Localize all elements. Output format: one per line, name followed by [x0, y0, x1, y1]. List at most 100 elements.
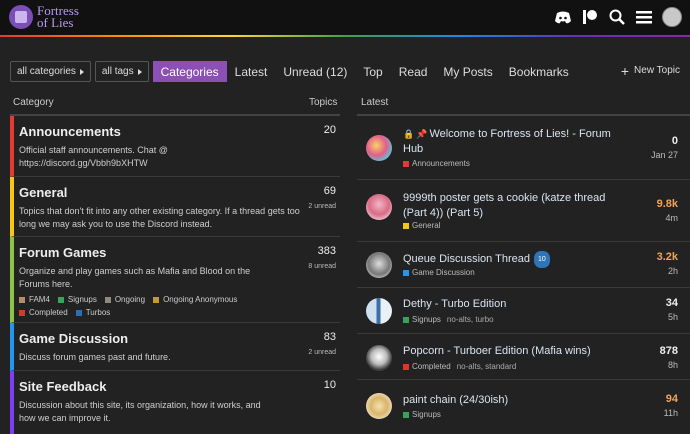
subcategory-label: Turbos — [85, 308, 111, 317]
subcategory-signups[interactable]: Signups — [57, 295, 97, 304]
category-unread-count[interactable]: 2 unread — [308, 203, 336, 210]
topic-post-count[interactable]: 0 — [672, 135, 678, 147]
topic-tags[interactable]: no-alts, standard — [457, 362, 517, 371]
topic-title[interactable]: 9999th poster gets a cookie (katze threa… — [403, 191, 613, 221]
topic-category[interactable]: Signups no-alts, turbo — [403, 315, 494, 324]
topic-post-count[interactable]: 34 — [666, 297, 678, 309]
topic-row[interactable]: Dethy - Turbo Edition Signups no-alts, tu… — [357, 288, 690, 334]
nav-my-posts[interactable]: My Posts — [435, 61, 500, 82]
topic-category[interactable]: Signups — [403, 410, 441, 419]
nav-latest[interactable]: Latest — [227, 61, 276, 82]
topic-avatar[interactable] — [366, 194, 392, 220]
subcategory-label: Ongoing Anonymous — [163, 295, 238, 304]
user-avatar[interactable] — [662, 7, 682, 27]
category-column-header: Category — [13, 97, 54, 108]
topic-category[interactable]: Announcements — [403, 159, 470, 168]
category-announcements[interactable]: Announcements Official staff announcemen… — [10, 116, 340, 177]
topic-activity-age[interactable]: Jan 27 — [651, 150, 678, 160]
discord-link[interactable]: https://discord.gg/Vbbh9bXHTW — [19, 158, 148, 168]
category-title[interactable]: Site Feedback — [19, 379, 340, 394]
patreon-icon[interactable] — [581, 8, 599, 26]
logo-icon — [9, 5, 33, 29]
topic-title-text: Welcome to Fortress of Lies! - Forum Hub — [403, 128, 611, 155]
topic-title[interactable]: Popcorn - Turboer Edition (Mafia wins) — [403, 344, 643, 359]
nav-bookmarks[interactable]: Bookmarks — [501, 61, 577, 82]
subcategory-list: FAM4 Signups Ongoing Ongoing Anonymous C… — [19, 295, 269, 321]
topic-activity-age[interactable]: 8h — [668, 360, 678, 370]
topic-title[interactable]: Queue Discussion Thread 10 — [403, 251, 613, 268]
category-title[interactable]: Game Discussion — [19, 331, 340, 346]
site-logo[interactable]: Fortress of Lies — [9, 4, 79, 29]
category-color-swatch — [403, 222, 409, 229]
topic-avatar[interactable] — [366, 135, 392, 161]
categories-dropdown-label: all categories — [17, 66, 76, 77]
topic-activity-age[interactable]: 2h — [668, 266, 678, 276]
nav-read[interactable]: Read — [391, 61, 436, 82]
topic-category[interactable]: Game Discussion — [403, 268, 475, 277]
topic-row[interactable]: Popcorn - Turboer Edition (Mafia wins) C… — [357, 334, 690, 380]
category-topic-count: 20 — [323, 124, 336, 136]
nav-top[interactable]: Top — [355, 61, 390, 82]
subcategory-color-swatch — [104, 296, 111, 303]
category-color-swatch — [403, 363, 409, 370]
hamburger-menu-icon[interactable] — [635, 8, 653, 26]
discord-icon[interactable] — [554, 8, 572, 26]
topic-activity-age[interactable]: 11h — [664, 408, 678, 418]
search-icon[interactable] — [608, 8, 626, 26]
nav-categories[interactable]: Categories — [152, 61, 227, 82]
category-unread-count[interactable]: 2 unread — [308, 349, 336, 356]
nav-unread[interactable]: Unread (12) — [275, 61, 355, 82]
new-topic-button[interactable]: + New Topic — [620, 62, 680, 79]
topic-post-count[interactable]: 94 — [666, 393, 678, 405]
category-general[interactable]: General Topics that don't fit into any o… — [10, 177, 340, 237]
topic-avatar[interactable] — [366, 345, 392, 371]
plus-icon: + — [620, 62, 630, 79]
category-game-discussion[interactable]: Game Discussion Discuss forum games past… — [10, 323, 340, 371]
topic-activity-age[interactable]: 5h — [668, 312, 678, 322]
topic-title[interactable]: Dethy - Turbo Edition — [403, 297, 613, 312]
topic-row[interactable]: 🔒 📌 Welcome to Fortress of Lies! - Forum H… — [357, 116, 690, 180]
tags-dropdown[interactable]: all tags — [94, 61, 149, 82]
topic-row[interactable]: Queue Discussion Thread 10 Game Discussio… — [357, 242, 690, 288]
topics-column-header: Topics — [309, 97, 338, 108]
topic-tags[interactable]: no-alts, turbo — [447, 315, 494, 324]
header-rainbow-bar — [0, 35, 690, 37]
subcategory-fam4[interactable]: FAM4 — [19, 295, 50, 304]
category-description: Discuss forum games past and future. — [19, 352, 171, 362]
topic-activity-age[interactable]: 4m — [665, 213, 678, 223]
category-title[interactable]: Announcements — [19, 124, 340, 139]
category-topic-count: 10 — [323, 379, 336, 391]
site-header: Fortress of Lies — [0, 0, 690, 35]
topic-row[interactable]: 9999th poster gets a cookie (katze threa… — [357, 180, 690, 242]
category-title[interactable]: Forum Games — [19, 245, 340, 260]
header-icons — [554, 7, 682, 27]
topic-avatar[interactable] — [366, 298, 392, 324]
navigation-bar: all categories all tags Categories Lates… — [10, 61, 577, 82]
topic-post-count[interactable]: 3.2k — [657, 251, 678, 263]
category-unread-count[interactable]: 8 unread — [308, 263, 336, 270]
category-topic-count: 383 — [317, 245, 336, 257]
topic-avatar[interactable] — [366, 393, 392, 419]
topic-title[interactable]: paint chain (24/30ish) — [403, 393, 613, 408]
subcategory-turbos[interactable]: Turbos — [75, 308, 111, 317]
topic-post-count[interactable]: 878 — [660, 345, 678, 357]
topic-category-label: General — [412, 221, 441, 230]
unread-badge[interactable]: 10 — [533, 251, 550, 268]
subcategory-ongoing-anonymous[interactable]: Ongoing Anonymous — [153, 295, 237, 304]
pin-icon: 📌 — [416, 129, 428, 139]
topic-title[interactable]: 🔒 📌 Welcome to Fortress of Lies! - Forum H… — [403, 127, 613, 157]
category-forum-games[interactable]: Forum Games Organize and play games such… — [10, 237, 340, 323]
topic-post-count[interactable]: 9.8k — [657, 198, 678, 210]
categories-dropdown[interactable]: all categories — [10, 61, 91, 82]
category-title[interactable]: General — [19, 185, 340, 200]
topic-row[interactable]: paint chain (24/30ish) Signups 94 11h — [357, 380, 690, 434]
topic-category[interactable]: Completed no-alts, standard — [403, 362, 516, 371]
subcategory-color-swatch — [19, 296, 25, 303]
subcategory-ongoing[interactable]: Ongoing — [104, 295, 145, 304]
category-site-feedback[interactable]: Site Feedback Discussion about this site… — [10, 371, 340, 434]
category-topic-count: 69 — [323, 185, 336, 197]
subcategory-completed[interactable]: Completed — [19, 308, 68, 317]
topic-category[interactable]: General — [403, 221, 440, 230]
subcategory-label: Completed — [29, 308, 68, 317]
topic-avatar[interactable] — [366, 252, 392, 278]
